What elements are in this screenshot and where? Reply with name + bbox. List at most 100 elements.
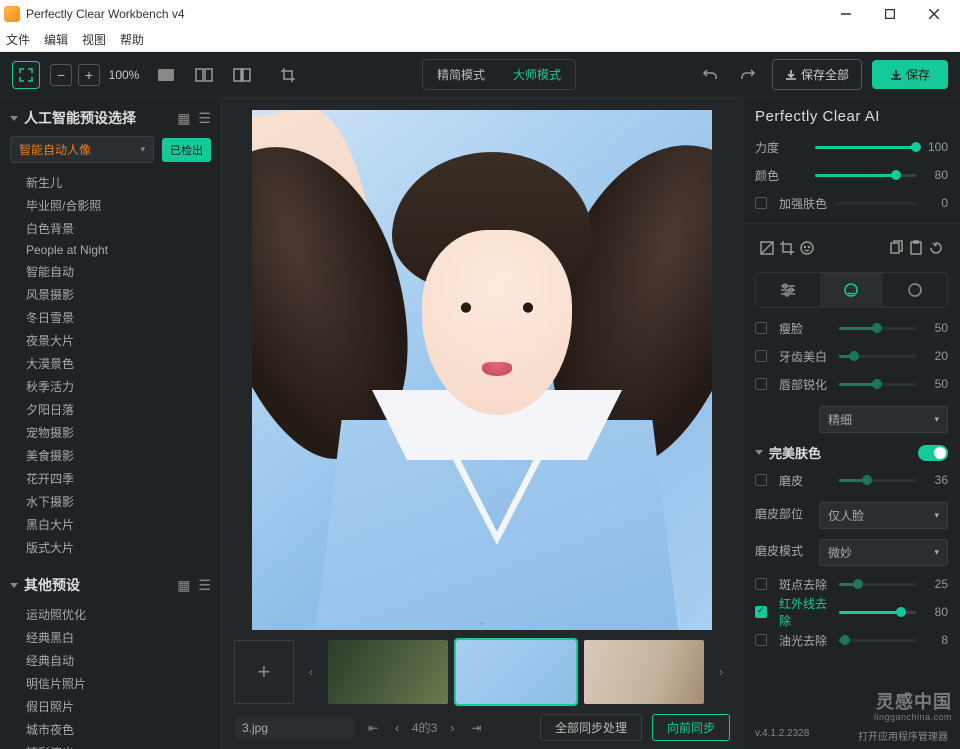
seg-face[interactable]: [820, 273, 884, 307]
fit-screen-button[interactable]: [12, 61, 40, 89]
preset-item[interactable]: 美食摄影: [0, 444, 221, 467]
teeth-checkbox[interactable]: [755, 350, 767, 362]
preview-area[interactable]: ⌄: [234, 110, 730, 630]
preset-item[interactable]: 新生儿: [0, 171, 221, 194]
smooth-area-dropdown[interactable]: 仅人脸▾: [819, 502, 948, 529]
list-view-icon[interactable]: ☰: [198, 577, 211, 594]
preset-item[interactable]: 白色背景: [0, 217, 221, 240]
lip-slider[interactable]: 唇部锐化 50: [755, 374, 948, 394]
slim-face-slider[interactable]: 瘦脸 50: [755, 318, 948, 338]
preset-item[interactable]: 风景摄影: [0, 283, 221, 306]
redo-button[interactable]: [734, 61, 762, 89]
preset-item[interactable]: 假日照片: [0, 695, 221, 718]
pager-last[interactable]: ⇥: [467, 719, 485, 737]
skin-enhance-checkbox[interactable]: [755, 197, 767, 209]
perfect-skin-toggle[interactable]: [918, 445, 948, 461]
pager-first[interactable]: ⇤: [364, 719, 382, 737]
preset-item[interactable]: 经典自动: [0, 649, 221, 672]
save-all-button[interactable]: 保存全部: [772, 59, 862, 90]
seg-sliders[interactable]: [756, 273, 820, 307]
thumbnail[interactable]: [584, 640, 704, 704]
chevron-down-icon: [10, 583, 18, 588]
sync-all-button[interactable]: 全部同步处理: [540, 714, 642, 741]
grid-view-icon[interactable]: ▦: [177, 110, 190, 127]
crop-button[interactable]: [274, 61, 302, 89]
grid-view-icon[interactable]: ▦: [177, 577, 190, 594]
undo-button[interactable]: [696, 61, 724, 89]
preset-item[interactable]: 城市夜色: [0, 718, 221, 741]
view-split-button[interactable]: [190, 61, 218, 89]
other-presets-header[interactable]: 其他预设 ▦ ☰: [0, 565, 221, 603]
spot-slider[interactable]: 斑点去除 25: [755, 574, 948, 594]
spot-checkbox[interactable]: [755, 578, 767, 590]
other-preset-list: 运动照优化经典黑白经典自动明信片照片假日照片城市夜色精彩演出直播事件新生儿噪点抑…: [0, 603, 221, 749]
zoom-in-button[interactable]: +: [78, 64, 100, 86]
thumbnail[interactable]: [328, 640, 448, 704]
list-view-icon[interactable]: ☰: [198, 110, 211, 127]
preset-item[interactable]: 精彩演出: [0, 741, 221, 749]
thumbnail[interactable]: [456, 640, 576, 704]
ir-checkbox[interactable]: [755, 606, 767, 618]
task-manager-link[interactable]: 打开应用程序管理器: [858, 728, 948, 743]
copy-icon[interactable]: [886, 238, 906, 258]
view-compare-button[interactable]: [228, 61, 256, 89]
detail-dropdown[interactable]: 精细▾: [819, 406, 948, 433]
close-button[interactable]: [912, 0, 956, 28]
teeth-slider[interactable]: 牙齿美白 20: [755, 346, 948, 366]
maximize-button[interactable]: [868, 0, 912, 28]
preset-item[interactable]: 黑白大片: [0, 513, 221, 536]
menu-edit[interactable]: 编辑: [44, 31, 68, 48]
skin-enhance-row[interactable]: 加强肤色 0: [755, 193, 948, 213]
shine-slider[interactable]: 油光去除 8: [755, 630, 948, 650]
smooth-checkbox[interactable]: [755, 474, 767, 486]
preset-item[interactable]: 水下摄影: [0, 490, 221, 513]
preset-item[interactable]: 夕阳日落: [0, 398, 221, 421]
color-slider[interactable]: 颜色 80: [755, 165, 948, 185]
mode-simple-tab[interactable]: 精简模式: [423, 60, 499, 89]
preset-item[interactable]: 大漠景色: [0, 352, 221, 375]
reset-icon[interactable]: [926, 238, 946, 258]
preset-item[interactable]: 夜景大片: [0, 329, 221, 352]
minimize-button[interactable]: [824, 0, 868, 28]
seg-color[interactable]: [883, 273, 947, 307]
menu-view[interactable]: 视图: [82, 31, 106, 48]
pager-next[interactable]: ›: [443, 719, 461, 737]
perfect-skin-header[interactable]: 完美肤色: [755, 443, 948, 462]
slim-face-checkbox[interactable]: [755, 322, 767, 334]
menu-help[interactable]: 帮助: [120, 31, 144, 48]
lip-checkbox[interactable]: [755, 378, 767, 390]
smooth-mode-dropdown[interactable]: 微妙▾: [819, 539, 948, 566]
preset-item[interactable]: 秋季活力: [0, 375, 221, 398]
preset-item[interactable]: 毕业照/合影照: [0, 194, 221, 217]
preset-dropdown-value: 智能自动人像: [19, 141, 91, 158]
menu-file[interactable]: 文件: [6, 31, 30, 48]
strength-slider[interactable]: 力度 100: [755, 137, 948, 157]
save-button[interactable]: 保存: [872, 60, 948, 89]
preset-item[interactable]: 花开四季: [0, 467, 221, 490]
smooth-slider[interactable]: 磨皮 36: [755, 470, 948, 490]
preset-item[interactable]: 明信片照片: [0, 672, 221, 695]
shine-checkbox[interactable]: [755, 634, 767, 646]
paste-icon[interactable]: [906, 238, 926, 258]
adjust-icon[interactable]: [757, 238, 777, 258]
ir-slider[interactable]: 红外线去除 80: [755, 602, 948, 622]
zoom-out-button[interactable]: −: [50, 64, 72, 86]
preset-item[interactable]: 运动照优化: [0, 603, 221, 626]
filmstrip-prev[interactable]: ‹: [302, 640, 320, 704]
preset-item[interactable]: 智能自动: [0, 260, 221, 283]
sync-forward-button[interactable]: 向前同步: [652, 714, 730, 741]
ai-presets-header[interactable]: 人工智能预设选择 ▦ ☰: [0, 98, 221, 136]
preset-item[interactable]: 宠物摄影: [0, 421, 221, 444]
pager-prev[interactable]: ‹: [388, 719, 406, 737]
crop-icon[interactable]: [777, 238, 797, 258]
preset-item[interactable]: People at Night: [0, 240, 221, 260]
view-single-button[interactable]: [152, 61, 180, 89]
face-icon[interactable]: [797, 238, 817, 258]
preset-item[interactable]: 版式大片: [0, 536, 221, 559]
mode-master-tab[interactable]: 大师模式: [499, 60, 575, 89]
preset-item[interactable]: 冬日雪景: [0, 306, 221, 329]
preset-item[interactable]: 经典黑白: [0, 626, 221, 649]
preset-dropdown[interactable]: 智能自动人像 ▾: [10, 136, 154, 163]
add-image-button[interactable]: +: [234, 640, 294, 704]
filmstrip-next[interactable]: ›: [712, 640, 730, 704]
